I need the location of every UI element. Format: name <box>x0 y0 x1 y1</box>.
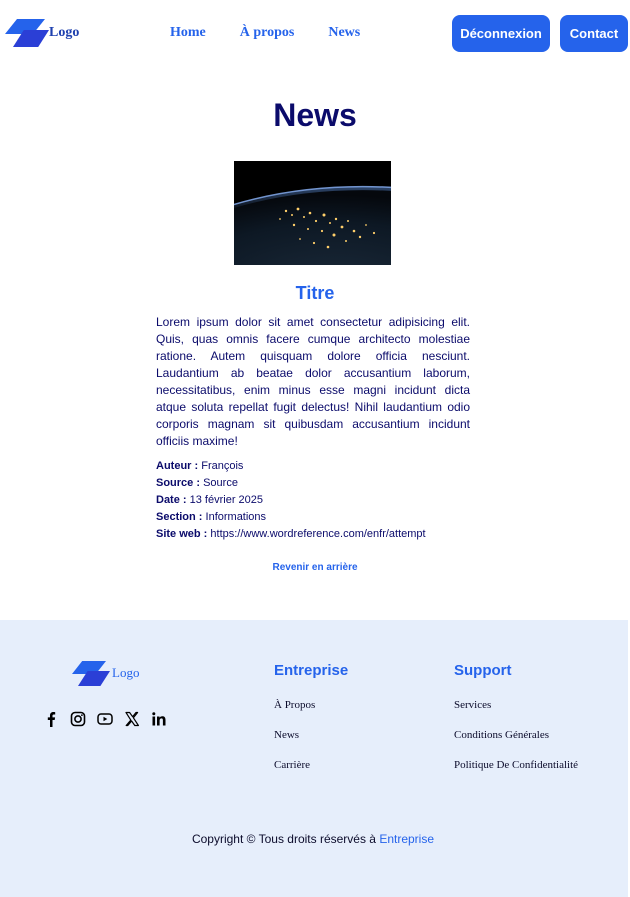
logo-text: Logo <box>49 25 80 40</box>
meta-value: Source <box>203 477 238 489</box>
footer-column-company: Entreprise À Propos News Carrière <box>274 662 348 789</box>
site-header: Logo Home À propos News Déconnexion Cont… <box>0 0 630 68</box>
instagram-icon[interactable] <box>70 711 86 727</box>
copyright-text: Copyright © Tous droits réservés à <box>191 832 376 846</box>
meta-label: Site web : <box>156 528 208 540</box>
footer-column-title: Entreprise <box>274 662 349 679</box>
footer-link-news[interactable]: News <box>274 729 348 759</box>
social-links <box>43 711 178 727</box>
footer-link-terms[interactable]: Conditions Générales <box>454 729 578 759</box>
copyright: Copyright © Tous droits réservés à Entre… <box>0 832 626 846</box>
nav-about[interactable]: À propos <box>240 25 295 41</box>
linkedin-icon[interactable] <box>151 711 167 727</box>
meta-label: Date : <box>156 494 187 506</box>
meta-label: Section : <box>156 511 203 523</box>
footer-link-about[interactable]: À Propos <box>274 699 348 729</box>
meta-date: Date : 13 février 2025 <box>156 492 486 509</box>
copyright-brand-link[interactable]: Entreprise <box>379 832 434 846</box>
meta-author: Auteur : François <box>156 458 486 475</box>
meta-label: Source : <box>156 477 201 489</box>
site-footer: Logo Entreprise À Propos News Carrière S… <box>0 620 628 897</box>
nav-news[interactable]: News <box>328 25 360 41</box>
article-title: Titre <box>295 283 335 303</box>
meta-website: Site web : https://www.wordreference.com… <box>156 526 486 543</box>
meta-value: Informations <box>205 511 267 523</box>
logo-icon <box>72 660 110 686</box>
x-icon[interactable] <box>124 711 140 727</box>
logout-button[interactable]: Déconnexion <box>452 15 550 52</box>
meta-value: François <box>201 460 244 472</box>
meta-source: Source : Source <box>156 475 486 492</box>
header-logo[interactable]: Logo <box>5 18 79 48</box>
news-image <box>234 161 391 265</box>
article-body: Lorem ipsum dolor sit amet consectetur a… <box>156 315 470 448</box>
facebook-icon[interactable] <box>43 711 59 727</box>
youtube-icon[interactable] <box>97 711 113 727</box>
meta-value: 13 février 2025 <box>189 494 264 506</box>
footer-column-title: Support <box>454 662 512 679</box>
footer-link-services[interactable]: Services <box>454 699 578 729</box>
main-nav: Home À propos News <box>170 25 394 41</box>
website-link[interactable]: https://www.wordreference.com/enfr/attem… <box>210 528 425 540</box>
meta-section: Section : Informations <box>156 509 486 526</box>
footer-column-support: Support Services Conditions Générales Po… <box>454 662 578 789</box>
footer-logo-text: Logo <box>112 665 140 680</box>
meta-label: Auteur : <box>156 460 199 472</box>
nav-home[interactable]: Home <box>170 25 206 41</box>
footer-link-privacy[interactable]: Politique De Confidentialité <box>454 759 578 789</box>
footer-logo[interactable]: Logo <box>72 660 139 686</box>
footer-link-careers[interactable]: Carrière <box>274 759 348 789</box>
page-title: News <box>273 97 357 133</box>
contact-button[interactable]: Contact <box>560 15 628 52</box>
logo-icon <box>5 18 49 48</box>
article-meta: Auteur : François Source : Source Date :… <box>156 458 486 543</box>
back-link[interactable]: Revenir en arrière <box>0 562 630 573</box>
